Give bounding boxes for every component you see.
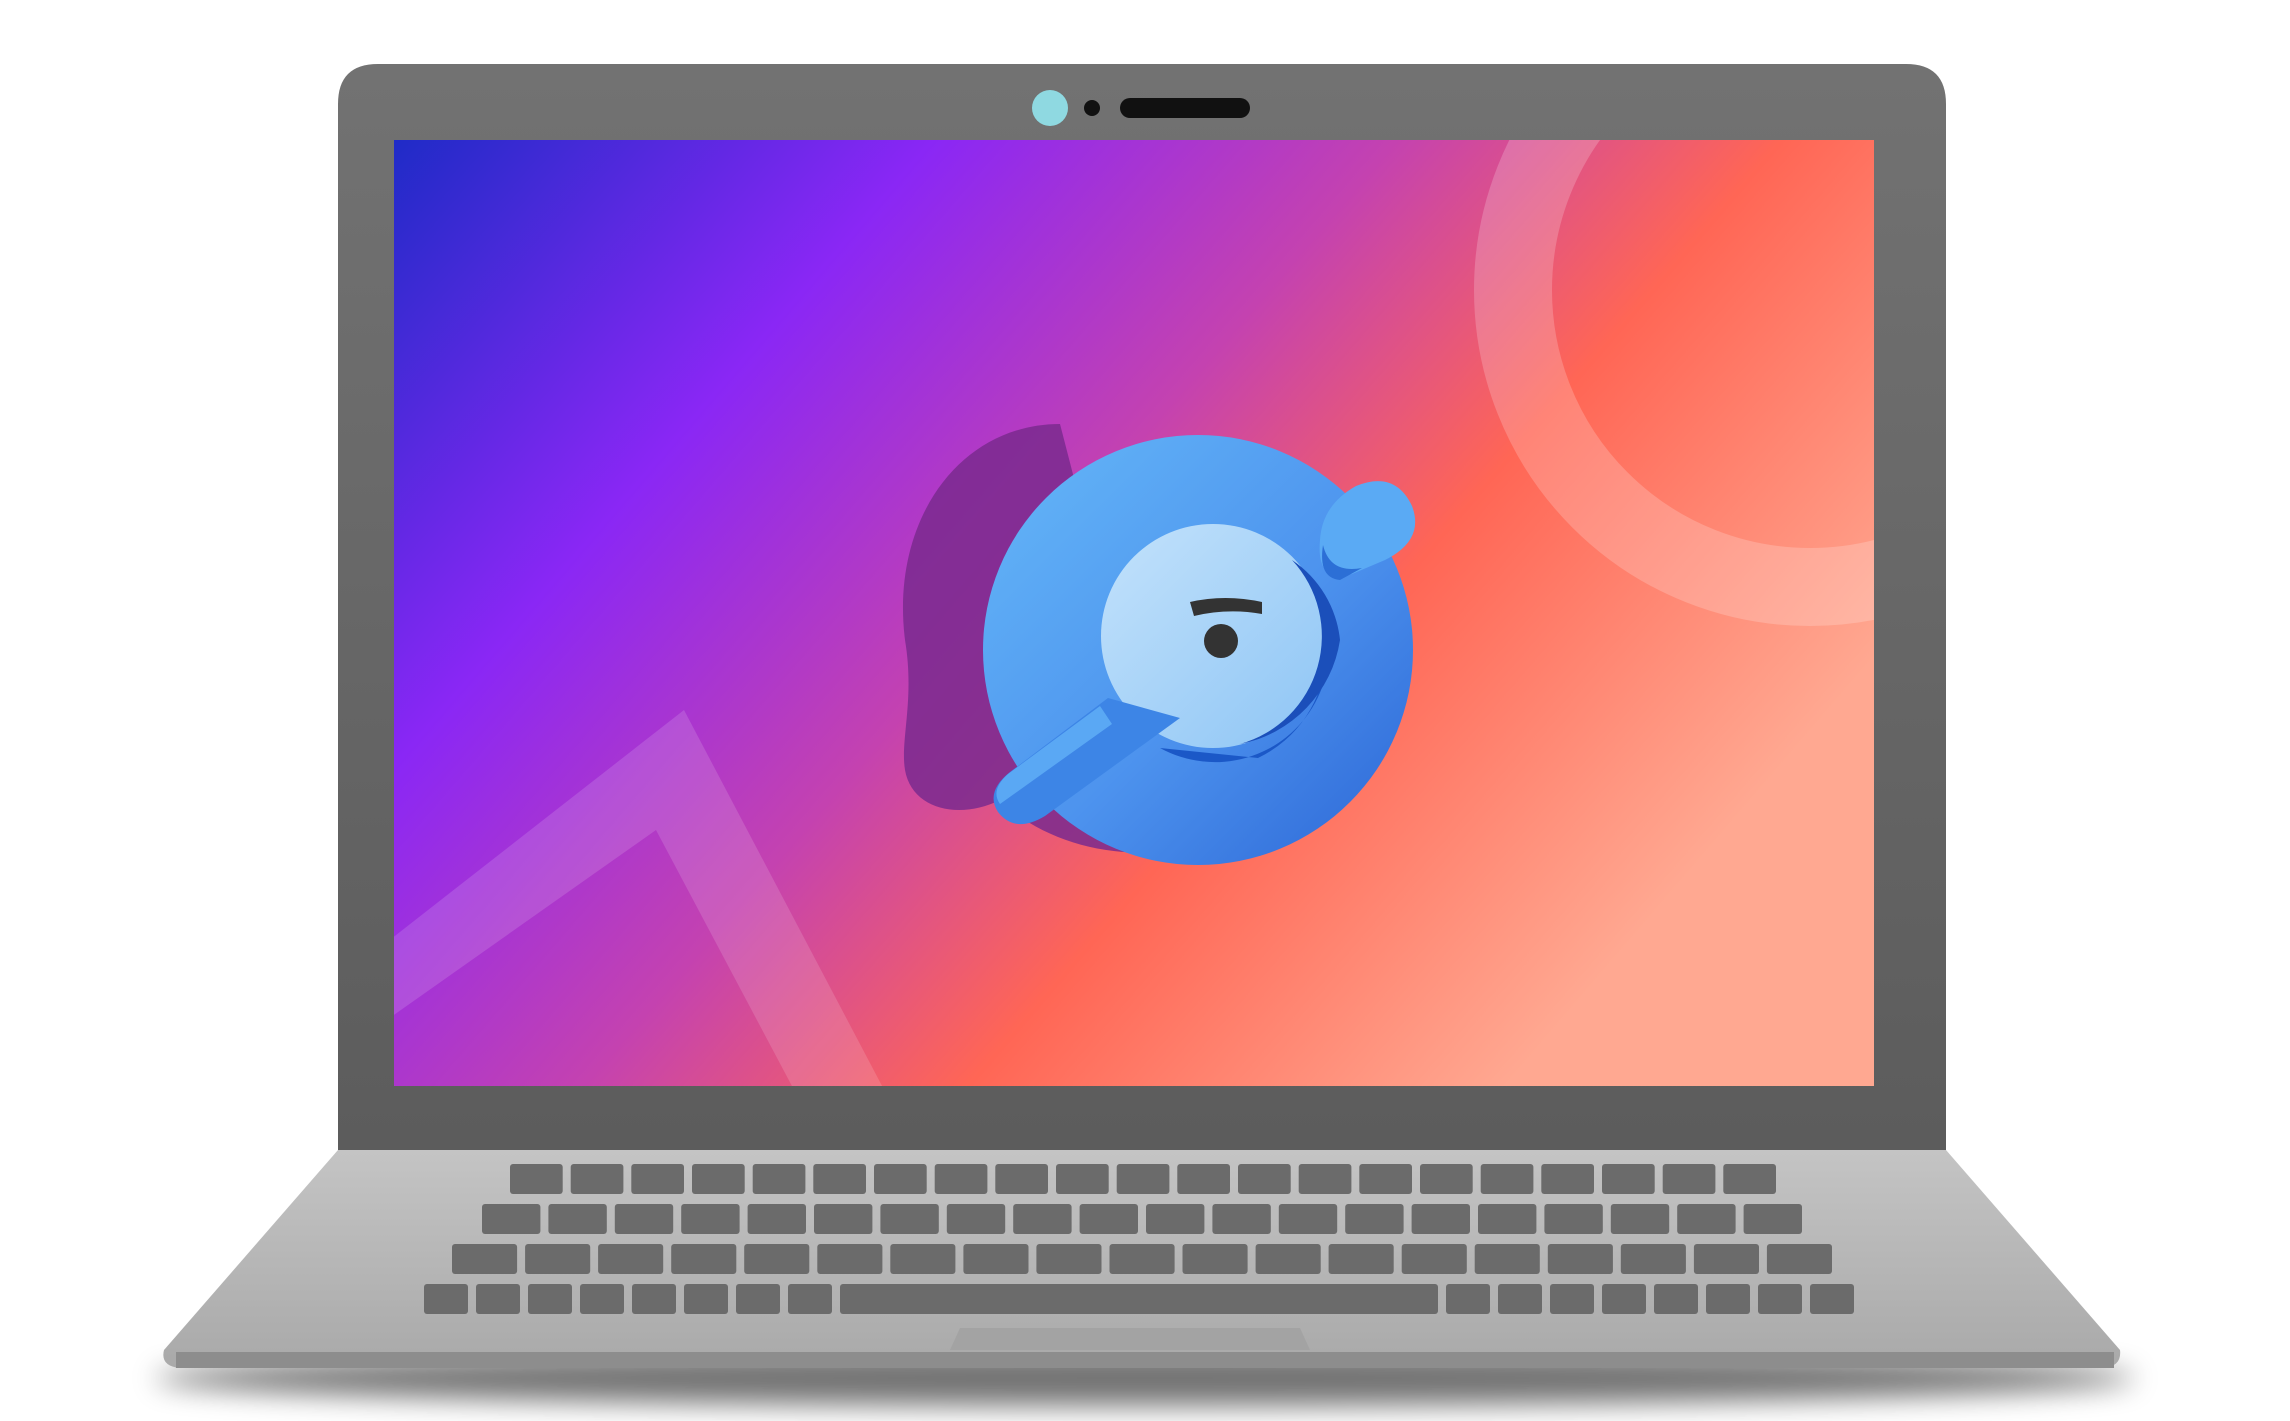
keyboard-key [1278, 1204, 1338, 1234]
keyboard-key [1345, 1204, 1404, 1234]
keyboard-key [934, 1164, 988, 1194]
keyboard-key [813, 1164, 866, 1194]
keyboard-key [1766, 1244, 1832, 1274]
keyboard-key [1602, 1164, 1655, 1194]
keyboard-key [1662, 1164, 1716, 1194]
keyboard-key [1177, 1164, 1230, 1194]
keyboard-key [1013, 1204, 1072, 1234]
screen [394, 140, 1874, 1086]
keyboard-key [817, 1244, 883, 1274]
keyboard-key [995, 1164, 1048, 1194]
keyboard-key [1602, 1284, 1646, 1314]
keyboard-key [880, 1204, 939, 1234]
keyboard-key [1474, 1244, 1540, 1274]
laptop-scene [155, 64, 2135, 1406]
keyboard-key [1420, 1164, 1473, 1194]
keyboard-key [1182, 1244, 1248, 1274]
keyboard-key [1550, 1284, 1594, 1314]
keyboard-key [752, 1164, 806, 1194]
camera-sensor-bar [1120, 98, 1250, 118]
keyboard-key [874, 1164, 927, 1194]
keyboard-key [1610, 1204, 1670, 1234]
keyboard-key [963, 1244, 1029, 1274]
keyboard-key [1401, 1244, 1467, 1274]
keyboard-key [424, 1284, 468, 1314]
keyboard-key [1079, 1204, 1138, 1234]
keyboard-key [1359, 1164, 1412, 1194]
keyboard-key [1411, 1204, 1470, 1234]
keyboard-key [482, 1204, 541, 1234]
keyboard-key [631, 1164, 684, 1194]
keyboard-key [744, 1244, 810, 1274]
keyboard-key [1480, 1164, 1534, 1194]
keyboard-key [598, 1244, 664, 1274]
keyboard-key [681, 1204, 740, 1234]
keyboard-key [814, 1204, 873, 1234]
keyboard-key [671, 1244, 737, 1274]
keyboard-key [1238, 1164, 1291, 1194]
keyboard-key [1544, 1204, 1603, 1234]
keyboard-key [1478, 1204, 1537, 1234]
keyboard-key [1758, 1284, 1802, 1314]
keyboard-key [452, 1244, 518, 1274]
keyboard-key [510, 1164, 563, 1194]
keyboard-key [1693, 1244, 1759, 1274]
keyboard-key [692, 1164, 745, 1194]
keyboard-key [1498, 1284, 1542, 1314]
keyboard-key [1677, 1204, 1736, 1234]
keyboard-key [1810, 1284, 1854, 1314]
dial-center-dot [1204, 624, 1238, 658]
keyboard-key [1146, 1204, 1205, 1234]
blue-round-dial-icon[interactable] [983, 435, 1416, 865]
keyboard-key [684, 1284, 728, 1314]
camera-dot [1084, 100, 1100, 116]
keyboard-key [1723, 1164, 1776, 1194]
keyboard-key [1212, 1204, 1271, 1234]
keyboard-key [548, 1204, 607, 1234]
keyboard-key [1547, 1244, 1613, 1274]
camera-lens [1032, 90, 1068, 126]
keyboard-key [528, 1284, 572, 1314]
keyboard-key [747, 1204, 806, 1234]
keyboard-key [736, 1284, 780, 1314]
keyboard-key [1298, 1164, 1352, 1194]
keyboard-key [1255, 1244, 1321, 1274]
keyboard-key [1109, 1244, 1175, 1274]
trackpad [950, 1328, 1310, 1350]
keyboard-key [1056, 1164, 1109, 1194]
base-front-edge [176, 1352, 2114, 1368]
keyboard-key [1328, 1244, 1394, 1274]
keyboard-key [1116, 1164, 1170, 1194]
keyboard-key [580, 1284, 624, 1314]
keyboard-key [632, 1284, 676, 1314]
keyboard-key [1654, 1284, 1698, 1314]
keyboard-key [1541, 1164, 1594, 1194]
keyboard-key [1446, 1284, 1490, 1314]
keyboard-key [946, 1204, 1006, 1234]
keyboard-key [1706, 1284, 1750, 1314]
keyboard-key [1743, 1204, 1802, 1234]
keyboard-key [788, 1284, 832, 1314]
keyboard-key [476, 1284, 520, 1314]
keyboard-key [1620, 1244, 1686, 1274]
keyboard-key [890, 1244, 956, 1274]
keyboard-key [614, 1204, 674, 1234]
laptop-illustration [0, 0, 2290, 1421]
keyboard-key [525, 1244, 591, 1274]
keyboard-key [570, 1164, 624, 1194]
keyboard-key [1036, 1244, 1102, 1274]
keyboard-spacebar [840, 1284, 1438, 1314]
